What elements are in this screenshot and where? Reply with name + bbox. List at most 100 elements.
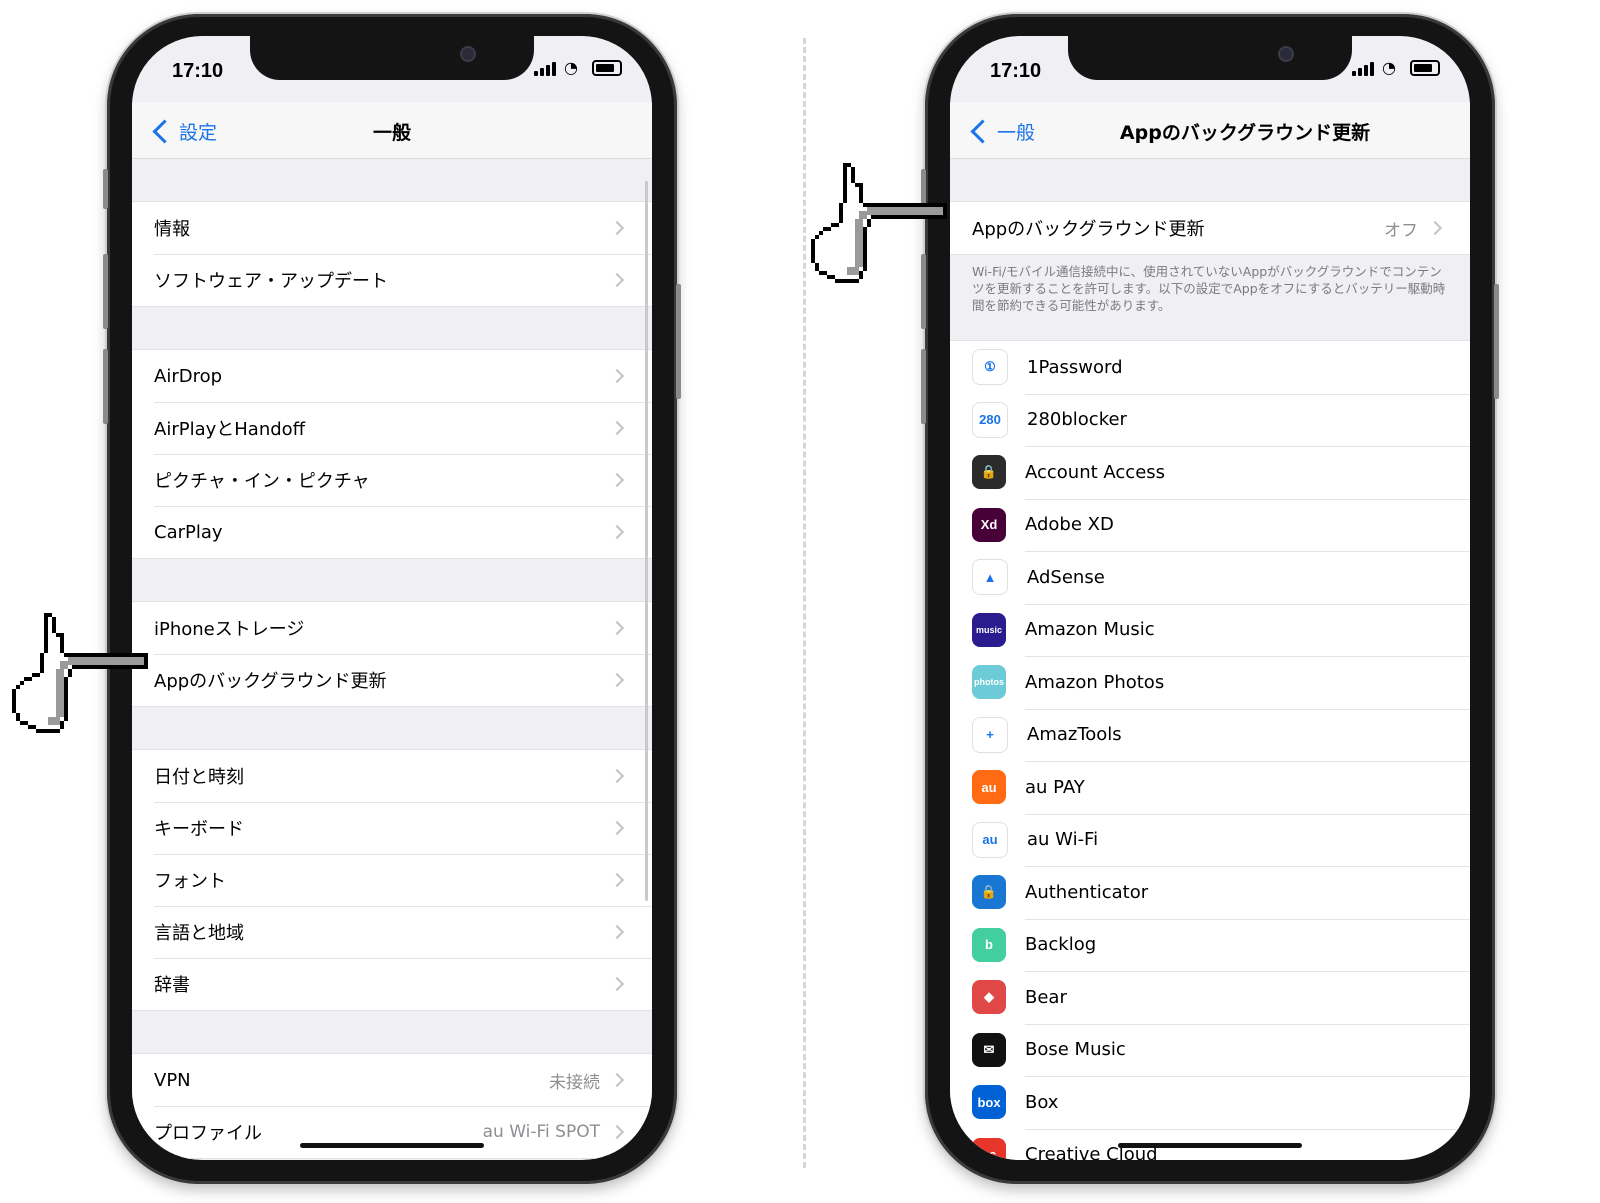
amaztools-icon: +	[972, 716, 1008, 753]
app-row[interactable]: ✉ Bose Music	[950, 1023, 1470, 1077]
row-label: iPhoneストレージ	[154, 619, 305, 640]
footnote: Wi-Fi/モバイル通信接続中に、使用されていないAppがバックグラウンドでコン…	[972, 264, 1446, 313]
280blocker-icon: 280	[972, 401, 1008, 438]
row-label: プロファイル	[154, 1123, 262, 1144]
app-row[interactable]: au au Wi-Fi	[950, 813, 1470, 867]
status-icons: ◔	[1352, 60, 1440, 76]
row-label: 辞書	[154, 975, 190, 996]
home-indicator[interactable]	[1118, 1143, 1302, 1148]
nav-bar: 設定 一般	[132, 102, 652, 159]
row-value: オフ	[1384, 220, 1418, 241]
settings-row[interactable]: 言語と地域	[132, 906, 652, 958]
settings-group: AirDrop AirPlayとHandoff ピクチャ・イン・ピクチャ CarPla…	[132, 349, 652, 559]
chevron-right-icon	[609, 524, 625, 540]
scrollbar[interactable]	[645, 181, 648, 901]
side-button	[1494, 284, 1499, 399]
signal-icon	[534, 60, 556, 76]
1password-icon: ①	[972, 349, 1008, 386]
vpn-row[interactable]: VPN 未接続	[132, 1054, 652, 1106]
row-label: 言語と地域	[154, 923, 244, 944]
chevron-right-icon	[609, 820, 625, 836]
adobe-xd-icon: Xd	[972, 507, 1006, 542]
status-time: 17:10	[172, 60, 224, 82]
app-row[interactable]: box Box	[950, 1076, 1470, 1129]
app-row[interactable]: ▲ AdSense	[950, 551, 1470, 604]
app-row[interactable]: ◆ Bear	[950, 971, 1470, 1024]
app-name: Adobe XD	[1025, 514, 1114, 536]
side-button	[676, 284, 681, 399]
screen-general: 17:10 ◔ 設定 一般 情報 ソフトウェア・アップデート AirDrop AirP…	[132, 36, 652, 1160]
creative-cloud-icon: cc	[972, 1137, 1006, 1160]
phone-right: 17:10 ◔ 一般 Appのバックグラウンド更新 Appのバックグラウンド更新…	[921, 14, 1499, 1184]
app-name: Bose Music	[1025, 1039, 1126, 1061]
chevron-right-icon	[609, 872, 625, 888]
volume-up-button	[103, 254, 108, 329]
app-row[interactable]: au au PAY	[950, 761, 1470, 814]
chevron-right-icon	[1427, 220, 1443, 236]
settings-row[interactable]: 情報	[132, 202, 652, 254]
settings-row[interactable]: キーボード	[132, 802, 652, 854]
app-name: au Wi-Fi	[1027, 829, 1099, 851]
app-name: Account Access	[1025, 461, 1166, 483]
chevron-right-icon	[609, 1124, 625, 1140]
volume-down-button	[103, 349, 108, 424]
row-label: CarPlay	[154, 521, 223, 543]
chevron-right-icon	[609, 924, 625, 940]
settings-row[interactable]: AirPlayとHandoff	[132, 402, 652, 454]
chevron-right-icon	[609, 368, 625, 384]
settings-row[interactable]: フォント	[132, 854, 652, 906]
chevron-right-icon	[609, 768, 625, 784]
background-refresh-setting-row[interactable]: Appのバックグラウンド更新 オフ	[950, 202, 1470, 254]
row-label: Appのバックグラウンド更新	[972, 219, 1205, 240]
settings-row[interactable]: 辞書	[132, 958, 652, 1010]
settings-row[interactable]: ソフトウェア・アップデート	[132, 254, 652, 306]
front-camera	[1278, 46, 1294, 62]
notch	[1068, 36, 1352, 80]
app-row[interactable]: + AmazTools	[950, 708, 1470, 762]
silent-switch	[103, 169, 108, 209]
app-row[interactable]: 🔒 Authenticator	[950, 866, 1470, 919]
chevron-right-icon	[609, 672, 625, 688]
app-name: au PAY	[1025, 776, 1085, 798]
settings-row[interactable]: 日付と時刻	[132, 750, 652, 802]
backlog-icon: b	[972, 927, 1006, 962]
chevron-right-icon	[609, 220, 625, 236]
app-name: 280blocker	[1027, 409, 1127, 431]
row-value: au Wi-Fi SPOT	[482, 1122, 600, 1142]
app-name: Amazon Music	[1025, 619, 1155, 641]
adsense-icon: ▲	[972, 559, 1008, 596]
app-row[interactable]: photos Amazon Photos	[950, 656, 1470, 709]
chevron-right-icon	[609, 420, 625, 436]
app-row[interactable]: ① 1Password	[950, 341, 1470, 394]
app-name: Box	[1025, 1091, 1059, 1113]
profile-row[interactable]: プロファイル au Wi-Fi SPOT	[132, 1106, 652, 1158]
settings-row[interactable]: ピクチャ・イン・ピクチャ	[132, 454, 652, 506]
app-row[interactable]: music Amazon Music	[950, 603, 1470, 657]
status-icons: ◔	[534, 60, 622, 76]
box-icon: box	[972, 1085, 1006, 1120]
page-title: 一般	[372, 122, 411, 144]
app-row[interactable]: 280 280blocker	[950, 393, 1470, 447]
settings-row[interactable]: CarPlay	[132, 506, 652, 558]
settings-row[interactable]: Appのバックグラウンド更新	[132, 654, 652, 706]
chevron-right-icon	[609, 1072, 625, 1088]
row-label: フォント	[154, 871, 226, 892]
au-pay-icon: au	[972, 770, 1006, 805]
bose-music-icon: ✉	[972, 1032, 1006, 1067]
row-label: ピクチャ・イン・ピクチャ	[154, 471, 370, 492]
app-row[interactable]: b Backlog	[950, 918, 1470, 972]
app-row[interactable]: Xd Adobe XD	[950, 498, 1470, 552]
home-indicator[interactable]	[300, 1143, 484, 1148]
row-label: 日付と時刻	[154, 767, 244, 788]
nav-bar: 一般 Appのバックグラウンド更新	[950, 102, 1470, 159]
chevron-left-icon	[970, 119, 995, 144]
row-label: AirPlayとHandoff	[154, 419, 306, 440]
app-row[interactable]: 🔒 Account Access	[950, 446, 1470, 499]
app-name: Authenticator	[1025, 881, 1149, 903]
app-name: AdSense	[1027, 566, 1105, 588]
app-name: Amazon Photos	[1025, 671, 1165, 693]
settings-row[interactable]: AirDrop	[132, 350, 652, 402]
settings-row[interactable]: iPhoneストレージ	[132, 602, 652, 654]
battery-icon	[592, 60, 622, 76]
settings-group: iPhoneストレージ Appのバックグラウンド更新	[132, 601, 652, 707]
